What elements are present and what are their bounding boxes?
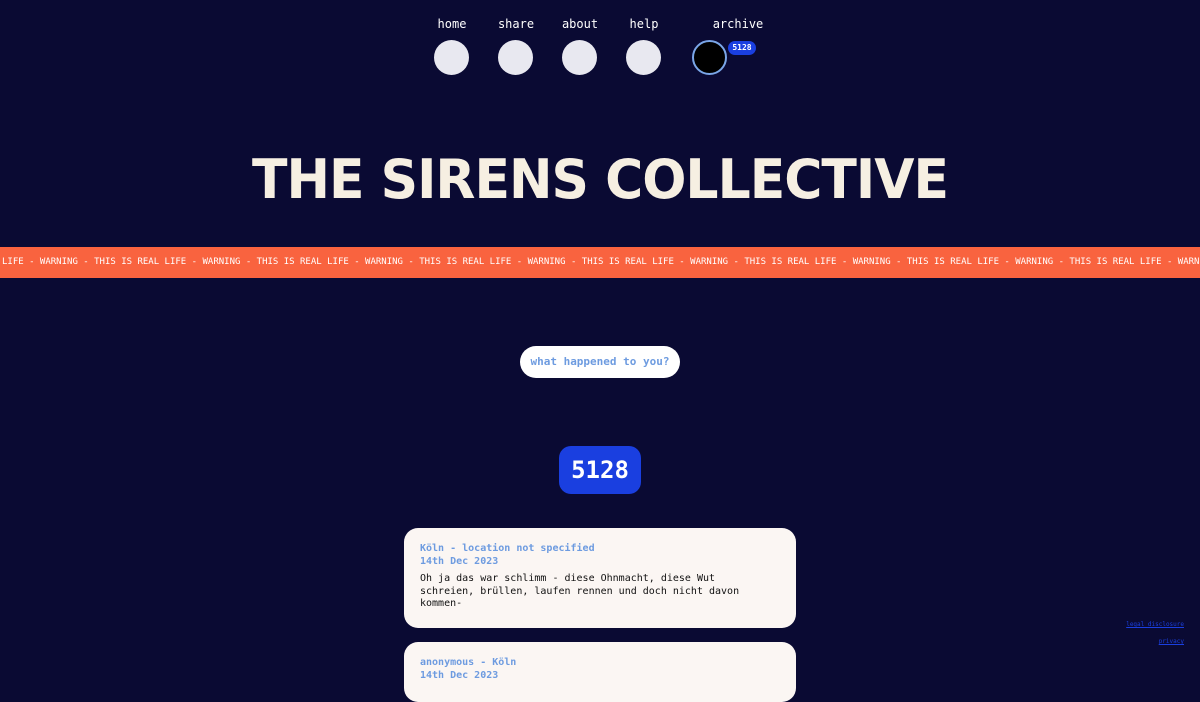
nav-circle-about[interactable] [562, 40, 597, 75]
story-date: 14th Dec 2023 [420, 670, 499, 681]
story-date: 14th Dec 2023 [420, 556, 499, 567]
legal-disclosure-link[interactable]: legal disclosure [1126, 621, 1184, 628]
top-navigation: home share about help archive 5128 [0, 0, 1200, 90]
story-text: Oh ja das war schlimm - diese Ohnmacht, … [420, 573, 740, 609]
privacy-link[interactable]: privacy [1159, 638, 1184, 645]
story-counter: 5128 [559, 446, 641, 494]
nav-item-archive[interactable]: archive 5128 [668, 0, 763, 90]
nav-label-archive: archive [712, 17, 764, 31]
story-location: anonymous - Köln [420, 657, 517, 668]
archive-count-badge: 5128 [728, 41, 756, 55]
nav-circle-share[interactable] [498, 40, 533, 75]
nav-circle-home[interactable] [434, 40, 469, 75]
what-happened-button[interactable]: what happened to you? [520, 346, 680, 378]
story-card[interactable]: anonymous - Köln 14th Dec 2023 [404, 642, 796, 702]
nav-circle-archive[interactable] [692, 40, 727, 75]
nav-circle-help[interactable] [626, 40, 661, 75]
ticker-text: LIFE - WARNING - THIS IS REAL LIFE - WAR… [2, 257, 1200, 267]
story-location: Köln - location not specified [420, 543, 595, 554]
story-card[interactable]: Köln - location not specified 14th Dec 2… [404, 528, 796, 628]
site-title: THE SIRENS COLLECTIVE [252, 148, 949, 212]
warning-ticker: LIFE - WARNING - THIS IS REAL LIFE - WAR… [0, 247, 1200, 278]
